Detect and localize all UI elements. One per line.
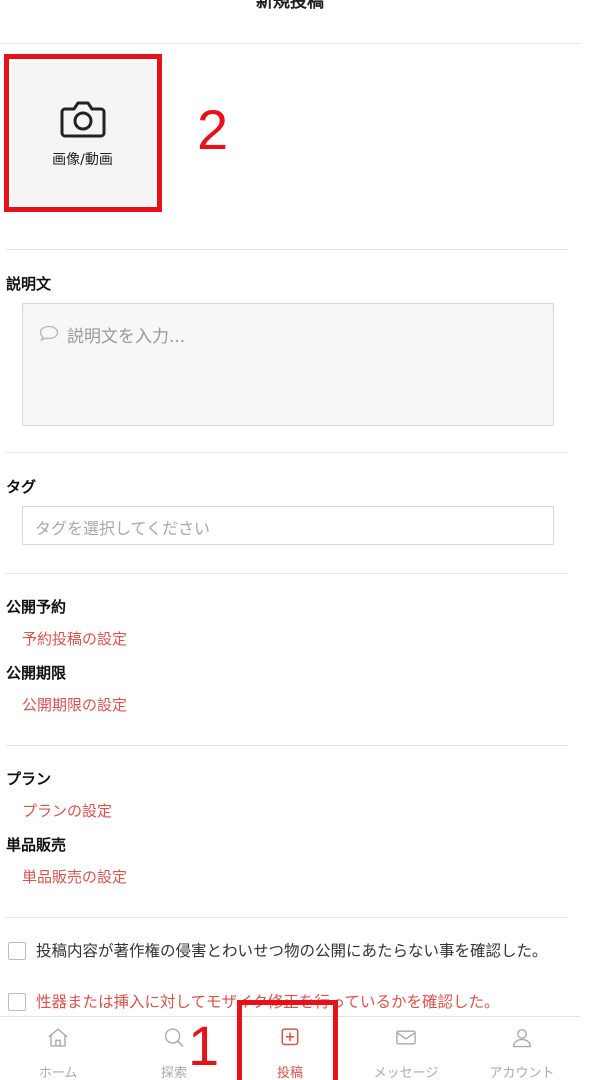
tab-explore-label: 探索: [160, 1066, 187, 1080]
user-icon: [512, 1029, 532, 1048]
tab-explore[interactable]: 探索: [116, 1017, 232, 1080]
description-label: 説明文: [6, 275, 52, 293]
plan-settings-link[interactable]: プランの設定: [22, 800, 112, 821]
schedule-settings-link[interactable]: 予約投稿の設定: [22, 628, 127, 649]
tab-post-label: 投稿: [276, 1066, 303, 1080]
bottom-tab-bar: ホーム 探索 投稿 メッセージ アカウント: [0, 1016, 580, 1080]
tab-messages[interactable]: メッセージ: [348, 1017, 464, 1080]
search-icon: [164, 1028, 184, 1048]
single-sale-label: 単品販売: [6, 836, 67, 854]
divider: [6, 745, 568, 746]
schedule-label: 公開予約: [6, 598, 67, 616]
tags-placeholder: タグを選択してください: [35, 519, 211, 538]
page-title: 新規投稿: [256, 0, 324, 12]
add-media-button[interactable]: 画像/動画: [11, 62, 154, 205]
copyright-confirmation-text: 投稿内容が著作権の侵害とわいせつ物の公開にあたらない事を確認した。: [36, 942, 548, 960]
page-header: 新規投稿: [0, 0, 580, 44]
post-icon: [281, 1028, 299, 1046]
mosaic-confirmation: 性器または挿入に対してモザイク修正を行っているかを確認した。: [8, 990, 568, 1015]
single-sale-settings-link[interactable]: 単品販売の設定: [22, 866, 127, 887]
mosaic-checkbox[interactable]: [8, 993, 26, 1011]
new-post-page: 新規投稿 画像/動画 2 説明文 説明文を入力... タグ タグを選択してくださ…: [0, 0, 595, 1080]
expiry-settings-link[interactable]: 公開期限の設定: [22, 694, 127, 715]
description-textarea[interactable]: 説明文を入力...: [22, 303, 554, 426]
mail-icon: [396, 1030, 416, 1045]
mosaic-confirmation-text: 性器または挿入に対してモザイク修正を行っているかを確認した。: [36, 993, 500, 1011]
add-media-label: 画像/動画: [52, 151, 113, 168]
home-icon: [48, 1028, 68, 1047]
tab-post[interactable]: 投稿: [232, 1017, 348, 1080]
copyright-checkbox[interactable]: [8, 942, 26, 960]
description-placeholder: 説明文を入力...: [67, 327, 186, 347]
tags-label: タグ: [6, 478, 37, 496]
plan-label: プラン: [6, 770, 52, 788]
tab-home[interactable]: ホーム: [0, 1017, 116, 1080]
tab-messages-label: メッセージ: [373, 1066, 439, 1080]
copyright-confirmation: 投稿内容が著作権の侵害とわいせつ物の公開にあたらない事を確認した。: [8, 939, 568, 964]
speech-bubble-icon: [39, 325, 59, 341]
divider: [6, 452, 568, 453]
tab-account-label: アカウント: [489, 1066, 555, 1080]
annotation-number-2: 2: [197, 98, 229, 161]
divider: [6, 249, 568, 250]
expiry-label: 公開期限: [6, 664, 67, 682]
tags-select[interactable]: タグを選択してください: [22, 506, 554, 545]
divider: [6, 917, 568, 918]
tab-account[interactable]: アカウント: [464, 1017, 580, 1080]
tab-home-label: ホーム: [38, 1066, 78, 1080]
divider: [6, 573, 568, 574]
camera-icon: [60, 101, 105, 137]
